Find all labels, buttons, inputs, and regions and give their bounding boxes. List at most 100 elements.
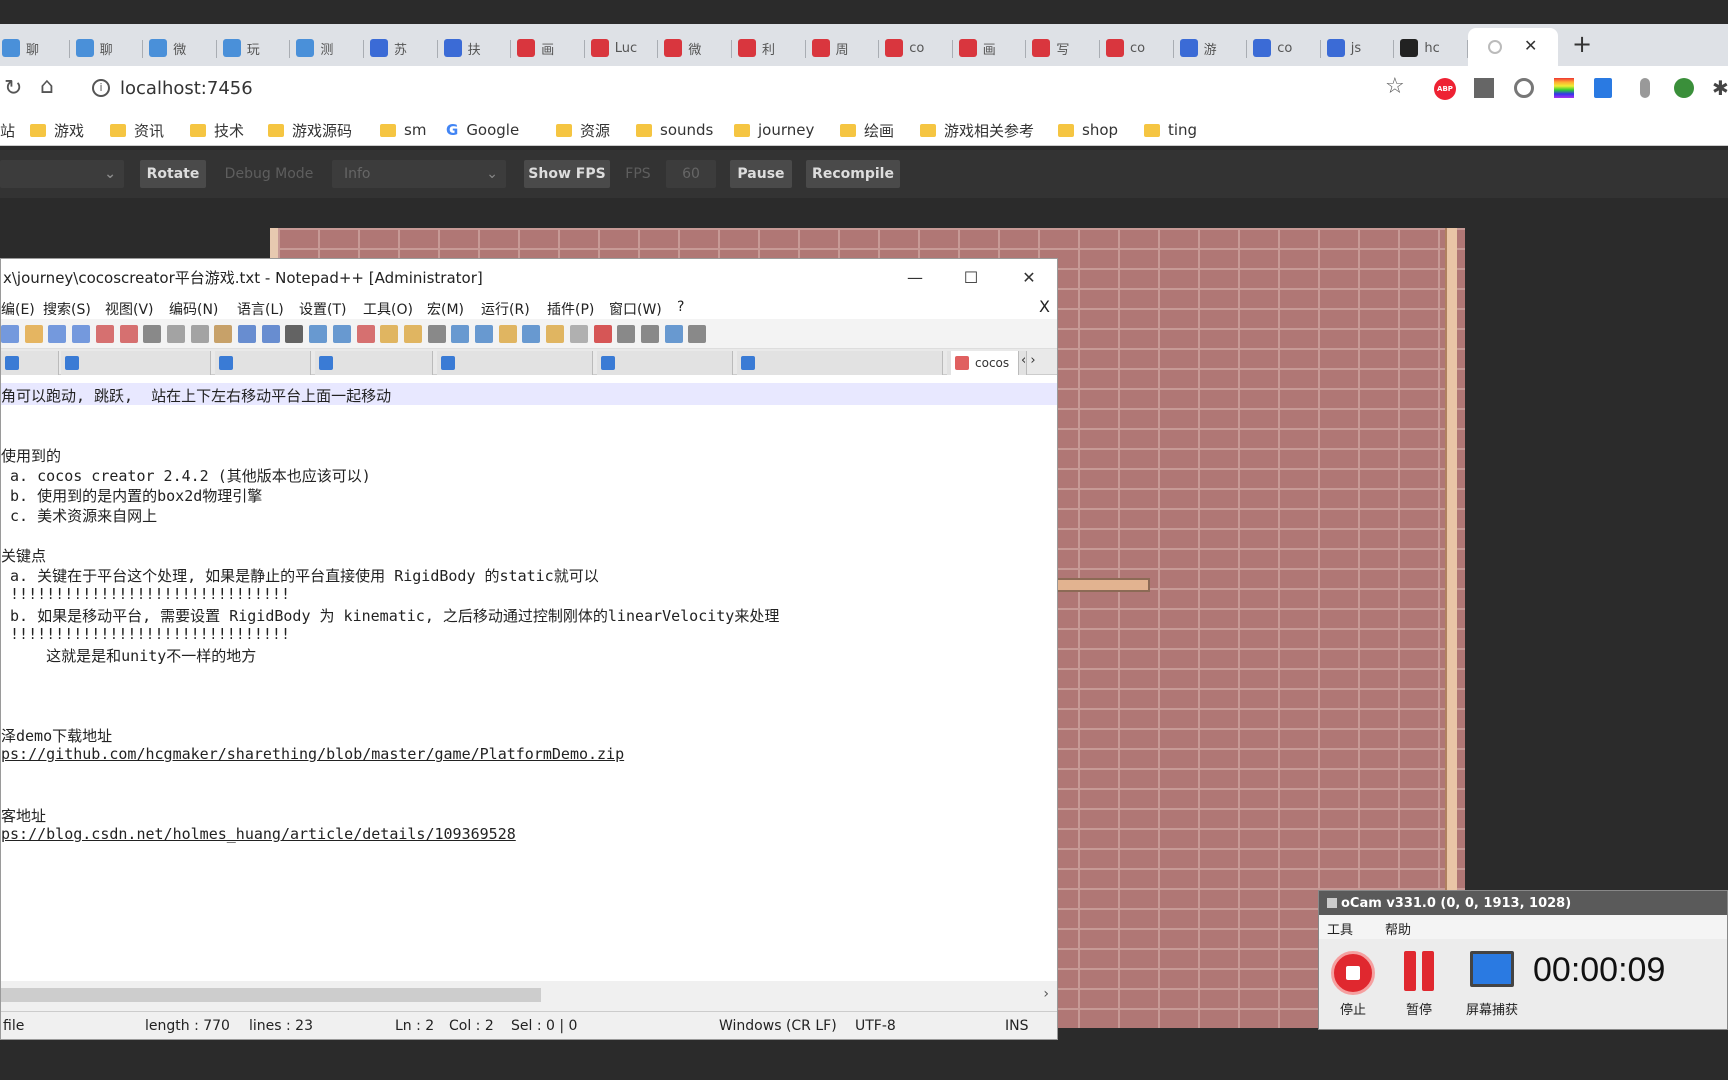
browser-tab[interactable]: 微: [143, 30, 217, 66]
close-button[interactable]: ✕: [1009, 265, 1049, 289]
document-tab[interactable]: [215, 351, 311, 375]
indent-guide-icon[interactable]: [475, 325, 493, 343]
play-icon[interactable]: [640, 325, 659, 343]
bookmark-item[interactable]: 技术: [190, 120, 244, 140]
print-icon[interactable]: [143, 325, 162, 343]
url-text[interactable]: localhost:7456: [120, 78, 253, 99]
document-tab[interactable]: cocos: [951, 351, 1019, 375]
doc-map-icon[interactable]: [498, 325, 517, 343]
ocam-stop-button[interactable]: 停止: [1325, 951, 1381, 1018]
menu-view[interactable]: 视图(V): [105, 299, 154, 319]
recompile-button[interactable]: Recompile: [806, 160, 900, 188]
bookmark-item[interactable]: 资讯: [110, 120, 164, 140]
redo-icon[interactable]: [261, 325, 280, 343]
func-list-icon[interactable]: [522, 325, 541, 343]
browser-tab[interactable]: hc: [1394, 30, 1468, 66]
document-tab[interactable]: [597, 351, 733, 375]
document-tab[interactable]: [737, 351, 943, 375]
scroll-right-icon[interactable]: ›: [1043, 986, 1049, 1002]
browser-tab[interactable]: 苏: [364, 30, 438, 66]
browser-tab[interactable]: 游: [1174, 30, 1248, 66]
info-icon[interactable]: i: [92, 79, 110, 97]
menu-language[interactable]: 语言(L): [237, 299, 284, 319]
maximize-button[interactable]: ☐: [951, 265, 991, 289]
menu-settings[interactable]: 设置(T): [299, 299, 346, 319]
abp-extension-icon[interactable]: ABP: [1434, 78, 1456, 100]
bookmark-item[interactable]: 游戏: [30, 120, 84, 140]
new-icon[interactable]: [1, 325, 19, 343]
menu-help[interactable]: ?: [677, 299, 684, 315]
bookmark-star-icon[interactable]: ☆: [1385, 74, 1405, 99]
note-extension-icon[interactable]: [1594, 78, 1612, 98]
close-icon[interactable]: [95, 325, 114, 343]
ocam-menu-tools[interactable]: 工具: [1327, 919, 1353, 938]
menu-window[interactable]: 窗口(W): [609, 299, 662, 319]
browser-tab[interactable]: 周: [806, 30, 880, 66]
bookmark-item[interactable]: sounds: [636, 120, 713, 140]
stop-icon[interactable]: [617, 325, 636, 343]
menu-search[interactable]: 搜索(S): [43, 299, 91, 319]
browser-tab[interactable]: 扶: [438, 30, 512, 66]
sync-h-icon[interactable]: [403, 325, 422, 343]
document-tab[interactable]: [437, 351, 593, 375]
record-icon[interactable]: [593, 325, 612, 343]
ocam-pause-button[interactable]: 暂停: [1391, 951, 1447, 1018]
doc-close-button[interactable]: X: [1039, 297, 1050, 316]
mic-extension-icon[interactable]: [1640, 78, 1650, 98]
bookmark-item[interactable]: ting: [1144, 120, 1197, 140]
close-all-icon[interactable]: [119, 325, 138, 343]
menu-tools[interactable]: 工具(O): [363, 299, 413, 319]
menu-edit[interactable]: 编(E): [1, 299, 35, 319]
folder-icon[interactable]: [546, 325, 565, 343]
browser-tab[interactable]: 画: [953, 30, 1027, 66]
paste-icon[interactable]: [214, 325, 233, 343]
save-macro-icon[interactable]: [688, 325, 707, 343]
browser-tab[interactable]: 玩: [217, 30, 291, 66]
wrap-icon[interactable]: [427, 325, 446, 343]
debug-mode-select[interactable]: Info ⌄: [332, 160, 506, 188]
rotate-button[interactable]: Rotate: [140, 160, 206, 188]
menu-macro[interactable]: 宏(M): [427, 299, 464, 319]
active-tab[interactable]: ✕: [1468, 28, 1558, 66]
bookmark-item[interactable]: 游戏相关参考: [920, 120, 1034, 140]
replace-icon[interactable]: [309, 325, 328, 343]
browser-tab[interactable]: 聊: [70, 30, 144, 66]
save-icon[interactable]: [48, 325, 67, 343]
tab-close-icon[interactable]: ✕: [1524, 36, 1537, 55]
document-tab[interactable]: [61, 351, 211, 375]
minimize-button[interactable]: —: [895, 265, 935, 289]
puzzle-extension-icon[interactable]: ✱: [1712, 76, 1728, 100]
color-extension-icon[interactable]: [1554, 78, 1574, 98]
copy-icon[interactable]: [190, 325, 209, 343]
ocam-capture-button[interactable]: 屏幕捕获: [1459, 951, 1525, 1018]
bookmark-item[interactable]: 游戏源码: [268, 120, 352, 140]
undo-icon[interactable]: [238, 325, 256, 343]
reload-icon[interactable]: ↻: [4, 76, 22, 101]
home-icon[interactable]: ⌂: [40, 74, 54, 99]
browser-tab[interactable]: co: [1247, 30, 1321, 66]
browser-tab[interactable]: co: [879, 30, 953, 66]
find-icon[interactable]: [285, 325, 304, 343]
fps-input[interactable]: 60: [666, 160, 716, 188]
bookmark-item[interactable]: sm: [380, 120, 426, 140]
tab-scroll-arrows-icon[interactable]: ‹ ›: [1021, 353, 1036, 368]
sync-v-icon[interactable]: [380, 325, 399, 343]
ocam-menu-help[interactable]: 帮助: [1385, 919, 1411, 938]
browser-tab[interactable]: co: [1100, 30, 1174, 66]
scrollbar-thumb[interactable]: [1, 988, 541, 1002]
menu-encoding[interactable]: 编码(N): [169, 299, 218, 319]
zoom-in-icon[interactable]: [332, 325, 351, 343]
globe-extension-icon[interactable]: [1674, 78, 1694, 98]
pause-button[interactable]: Pause: [730, 160, 792, 188]
device-select[interactable]: ⌄: [0, 160, 124, 188]
bookmark-item[interactable]: 绘画: [840, 120, 894, 140]
browser-tab[interactable]: 微: [658, 30, 732, 66]
browser-tab[interactable]: 聊: [0, 30, 70, 66]
menu-plugins[interactable]: 插件(P): [547, 299, 594, 319]
cut-icon[interactable]: [166, 325, 185, 343]
new-tab-button[interactable]: +: [1572, 30, 1592, 58]
horizontal-scrollbar[interactable]: ›: [1, 985, 1057, 1005]
play-multi-icon[interactable]: [664, 325, 683, 343]
menu-run[interactable]: 运行(R): [481, 299, 530, 319]
monitor-icon[interactable]: [569, 325, 588, 343]
